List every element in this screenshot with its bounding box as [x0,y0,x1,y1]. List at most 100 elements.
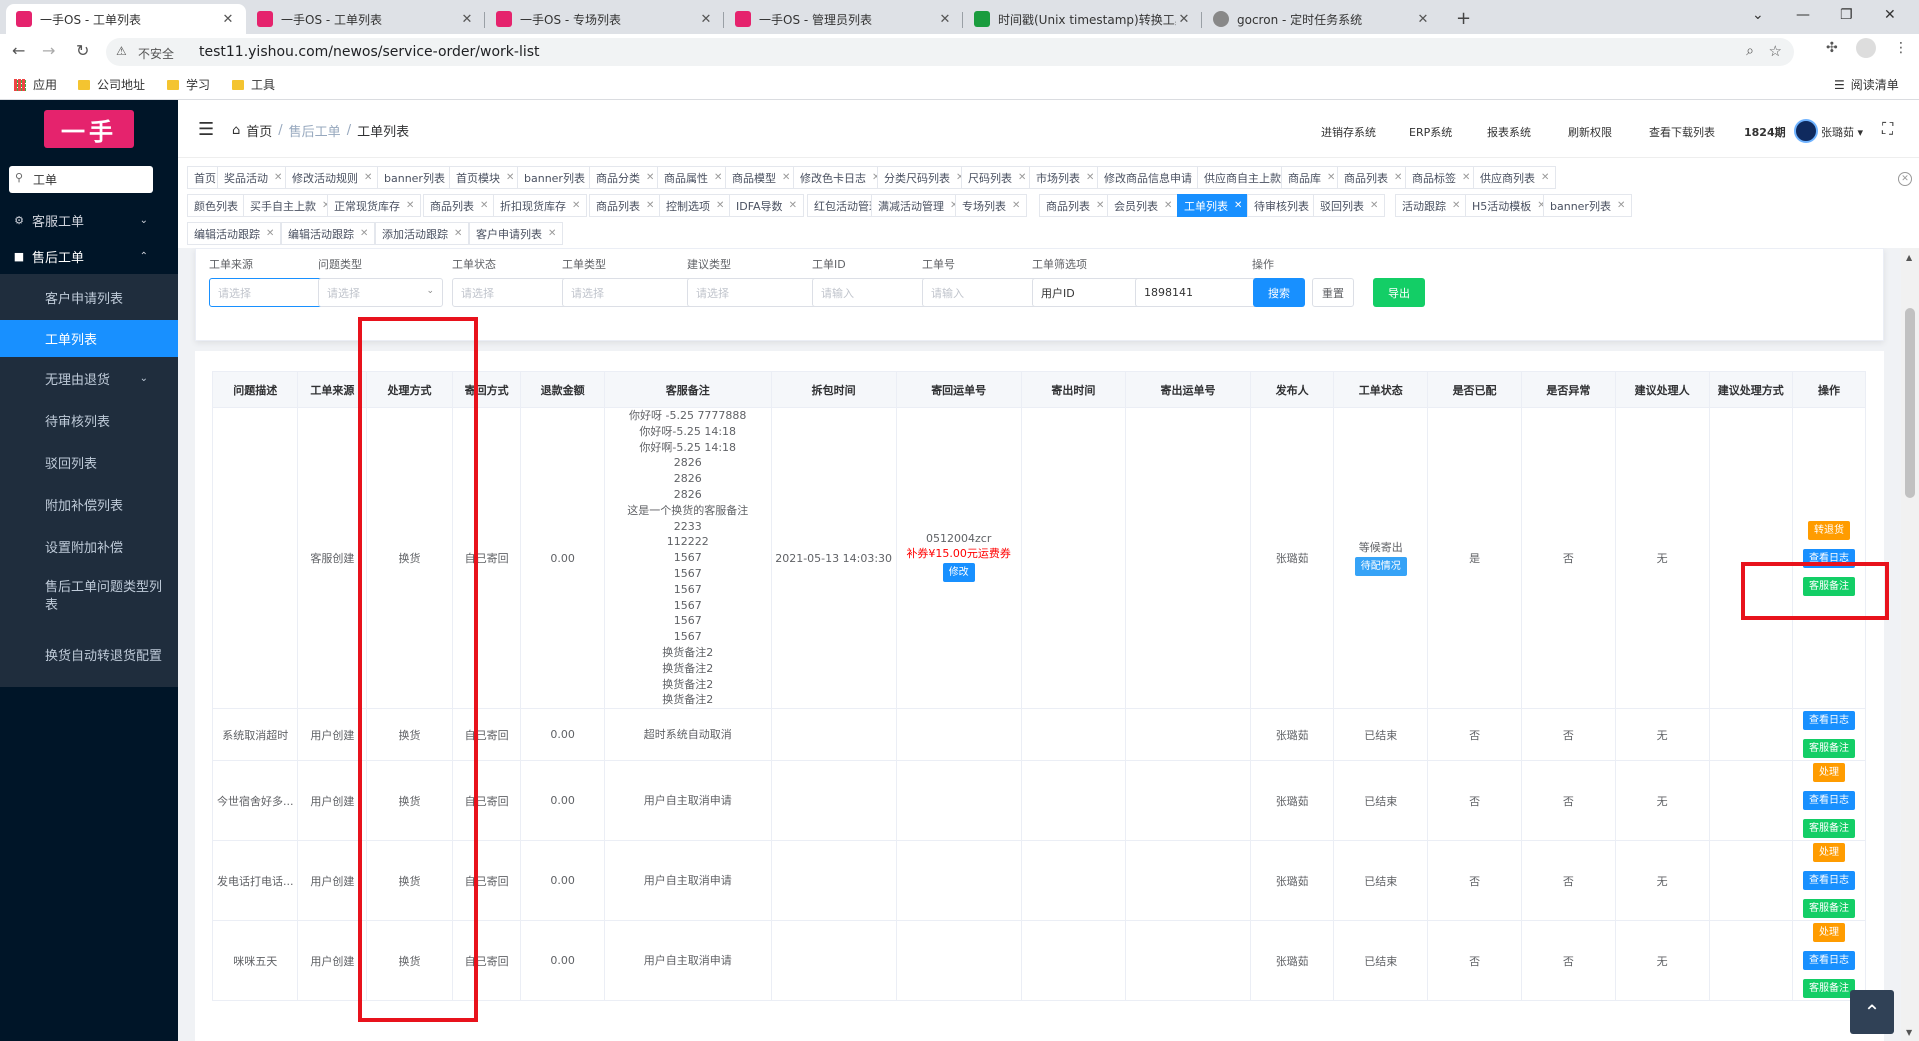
sidebar-item-set-compensation[interactable]: 设置附加补偿 [0,525,178,567]
close-tag-icon[interactable]: ✕ [480,200,488,211]
browser-menu-icon[interactable]: ⋮ [1894,40,1908,56]
close-tag-icon[interactable]: ✕ [1541,172,1549,183]
tag-view-item[interactable]: 满减活动管理✕ [871,194,966,217]
sidebar-item-no-reason-return[interactable]: 无理由退货 ⌄ [0,357,178,399]
link-download-list[interactable]: 查看下载列表 [1649,124,1715,140]
extensions-icon[interactable]: ✣ [1826,40,1838,56]
close-tag-icon[interactable]: ✕ [1394,172,1402,183]
tag-view-item[interactable]: 商品列表 ✕ [1337,166,1410,189]
close-tag-icon[interactable]: ✕ [274,172,282,183]
link-refresh-permissions[interactable]: 刷新权限 [1568,124,1612,140]
tag-view-item[interactable]: 分类尺码列表✕ [877,166,972,189]
close-tag-icon[interactable]: ✕ [1327,172,1335,183]
work-type-select[interactable]: 请选择⌄ [562,278,704,307]
tag-view-item[interactable]: 正常现货库存 ✕ [327,194,422,217]
export-button[interactable]: 导出 [1373,278,1425,307]
service-note-button[interactable]: 客服备注 [1802,576,1855,596]
close-tag-icon[interactable]: ✕ [360,228,368,239]
close-tag-icon[interactable]: ✕ [714,172,722,183]
handle-button[interactable]: 处理 [1812,763,1845,783]
forward-icon[interactable]: → [42,41,55,60]
tag-view-item[interactable]: 会员列表 ✕ [1107,194,1180,217]
service-note-button[interactable]: 客服备注 [1802,819,1855,839]
bookmark-folder[interactable]: 公司地址 [78,76,145,93]
tag-view-item[interactable]: 修改商品信息申请✕ [1097,166,1214,189]
tag-view-item[interactable]: 商品列表 ✕ [1039,194,1112,217]
sidebar-item-compensation-list[interactable]: 附加补偿列表 [0,483,178,525]
view-log-button[interactable]: 查看日志 [1802,548,1855,568]
close-tag-icon[interactable]: ✕ [1370,200,1378,211]
source-select[interactable]: 请选择⌄ [209,278,334,307]
close-tag-icon[interactable]: ✕ [506,172,514,183]
menu-group-after-sales[interactable]: ■ 售后工单 ⌃ [0,238,178,274]
back-to-top-button[interactable]: ⌃ [1850,990,1894,1034]
close-tag-icon[interactable]: ✕ [1462,172,1470,183]
close-tag-icon[interactable]: ✕ [266,228,274,239]
tag-view-item[interactable]: 买手自主上款✕ [243,194,338,217]
reload-icon[interactable]: ↻ [76,41,89,60]
close-tag-icon[interactable]: ✕ [572,200,580,211]
close-tab-icon[interactable]: ✕ [698,12,714,27]
close-tag-icon[interactable]: ✕ [1164,200,1172,211]
browser-tab[interactable]: 一手OS - 管理员列表 ✕ [725,4,963,34]
filter-value-input[interactable]: 1898141 [1135,278,1260,307]
close-tag-icon[interactable]: ✕ [782,172,790,183]
service-note-button[interactable]: 客服备注 [1802,739,1855,759]
browser-tab[interactable]: 时间戳(Unix timestamp)转换工具 ✕ [964,4,1202,34]
suggest-type-select[interactable]: 请选择⌄ [687,278,829,307]
browser-tab[interactable]: 一手OS - 专场列表 ✕ [486,4,724,34]
hamburger-icon[interactable]: ☰ [198,119,214,140]
tag-view-item[interactable]: 商品库 ✕ [1281,166,1343,189]
close-all-tags-icon[interactable]: ✕ [1898,172,1912,186]
link-report-system[interactable]: 报表系统 [1487,124,1531,140]
profile-icon[interactable] [1856,38,1876,58]
tag-view-item[interactable]: 专场列表 ✕ [955,194,1028,217]
edit-button[interactable]: 修改 [942,563,975,583]
sidebar-item-pending-review[interactable]: 待审核列表 [0,399,178,441]
close-tag-icon[interactable]: ✕ [789,200,797,211]
tag-view-item[interactable]: 商品列表 ✕ [589,194,662,217]
tag-view-item[interactable]: 供应商列表 ✕ [1473,166,1557,189]
close-tab-icon[interactable]: ✕ [1176,12,1192,27]
restore-icon[interactable]: ❐ [1840,7,1853,23]
close-window-icon[interactable]: ✕ [1884,7,1896,23]
work-no-input[interactable]: 请输入 [922,278,1047,307]
tag-view-item[interactable]: 商品属性 ✕ [657,166,730,189]
tag-view-item[interactable]: 控制选项 ✕ [659,194,732,217]
close-tag-icon[interactable]: ✕ [646,172,654,183]
close-tag-icon[interactable]: ✕ [646,200,654,211]
bookmark-apps[interactable]: 应用 [14,76,57,93]
link-erp-system[interactable]: ERP系统 [1409,124,1452,140]
tag-view-item[interactable]: 工单列表 ✕ [1177,194,1250,217]
sidebar-item-auto-return-config[interactable]: 换货自动转退货配置 [0,627,178,687]
view-log-button[interactable]: 查看日志 [1802,791,1855,811]
to-return-button[interactable]: 转退货 [1807,520,1850,540]
reading-list[interactable]: ☰ 阅读清单 [1834,76,1899,93]
tag-view-item[interactable]: 折扣现货库存 ✕ [493,194,588,217]
close-tag-icon[interactable]: ✕ [548,228,556,239]
tag-view-item[interactable]: 市场列表 ✕ [1029,166,1102,189]
sidebar-item-customer-apply[interactable]: 客户申请列表 [0,274,178,320]
tag-view-item[interactable]: 商品列表 ✕ [423,194,496,217]
tag-view-item[interactable]: 驳回列表 ✕ [1313,194,1386,217]
close-tag-icon[interactable]: ✕ [716,200,724,211]
logo[interactable]: 一手 [44,110,134,148]
user-menu[interactable]: 张璐茹 ▾ [1821,124,1863,140]
scroll-down-icon[interactable]: ▼ [1906,1028,1912,1037]
close-tab-icon[interactable]: ✕ [937,12,953,27]
issue-type-select[interactable]: 请选择 ⌄ [318,278,443,307]
tag-view-item[interactable]: 商品标签 ✕ [1405,166,1478,189]
menu-search-input[interactable] [33,170,143,188]
tab-search-icon[interactable]: ⌄ [1752,7,1764,23]
browser-tab[interactable]: 一手OS - 工单列表 ✕ [6,4,246,34]
close-tab-icon[interactable]: ✕ [459,12,475,27]
close-tag-icon[interactable]: ✕ [1012,200,1020,211]
view-log-button[interactable]: 查看日志 [1802,871,1855,891]
url-bar[interactable]: ⚠ 不安全 test11.yishou.com/newos/service-or… [106,38,1794,66]
tag-view-item[interactable]: 商品分类 ✕ [589,166,662,189]
view-log-button[interactable]: 查看日志 [1802,711,1855,731]
menu-search-box[interactable]: ⚲ [9,166,153,193]
new-tab-icon[interactable]: + [1456,8,1471,29]
back-icon[interactable]: ← [12,41,25,60]
bookmark-folder[interactable]: 工具 [232,76,275,93]
